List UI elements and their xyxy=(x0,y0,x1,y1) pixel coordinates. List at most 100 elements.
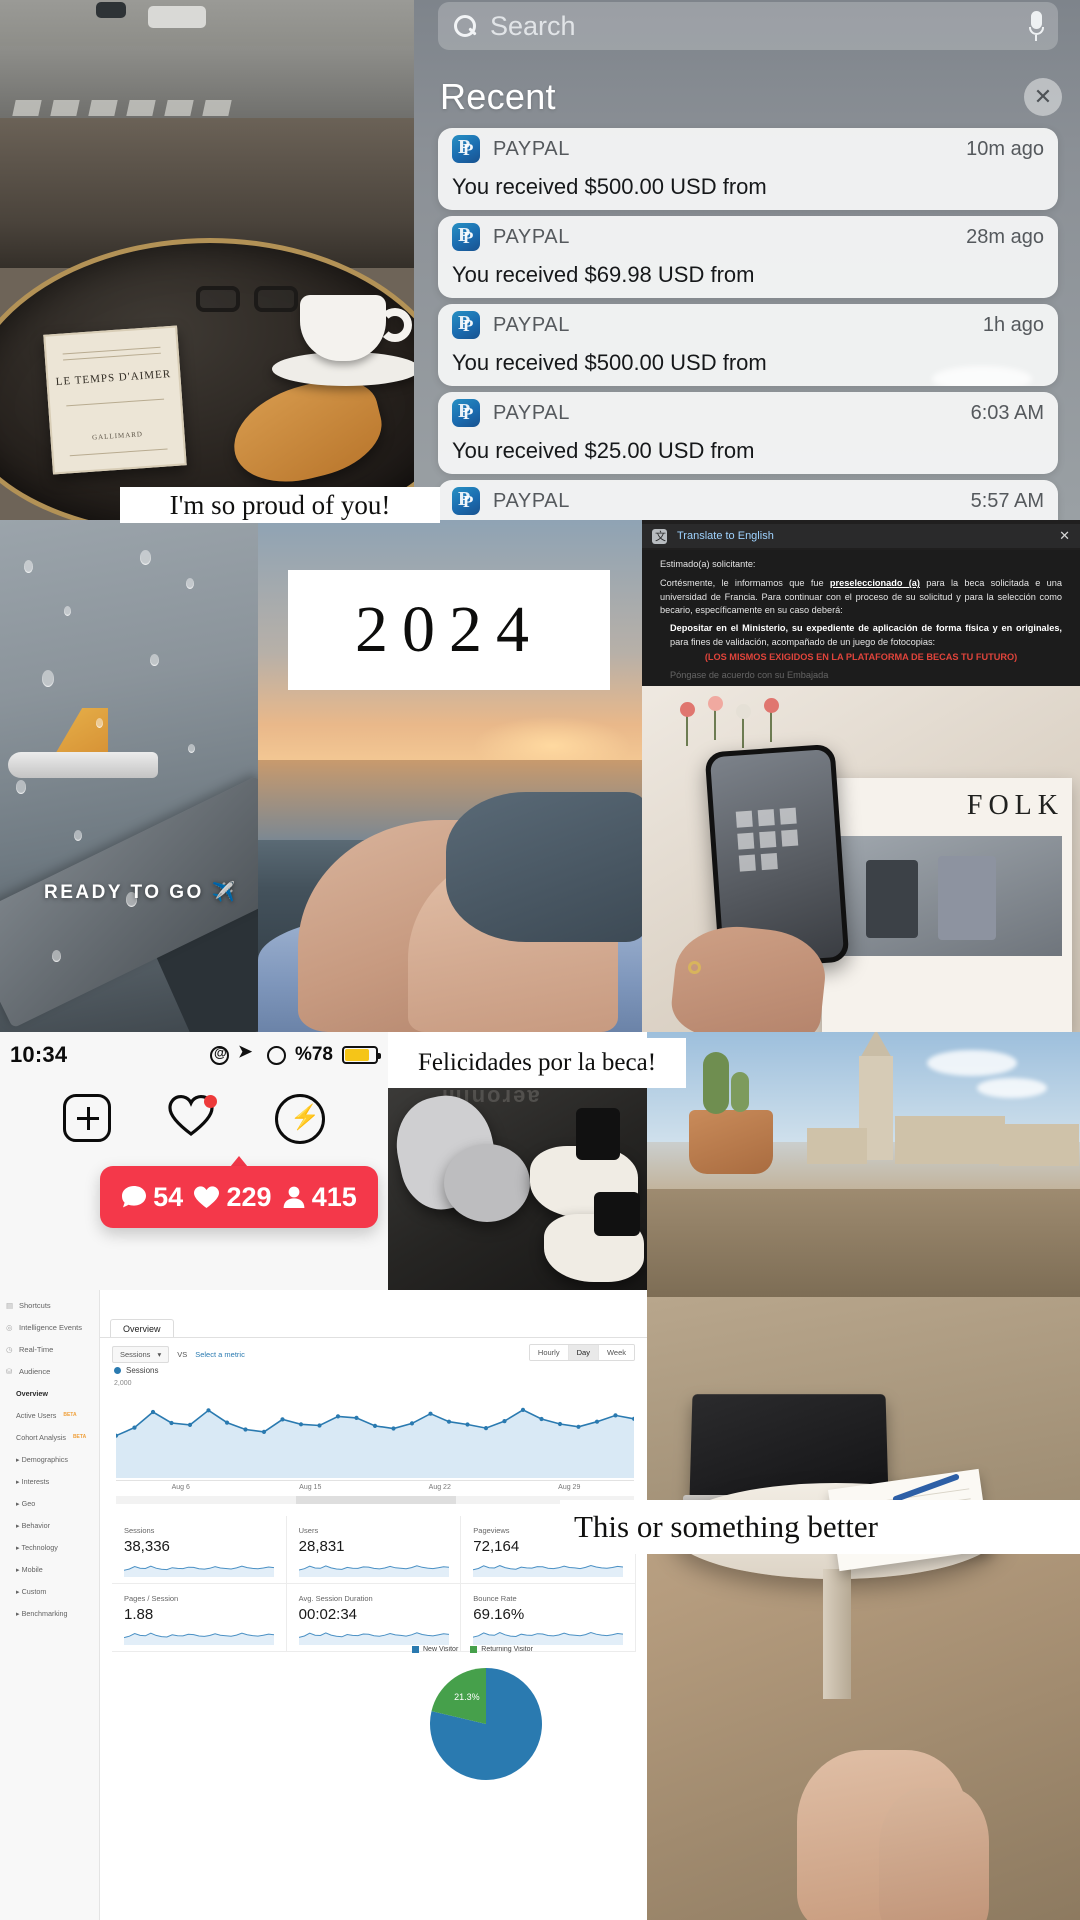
metric-card-users: Users 28,831 xyxy=(286,1516,462,1584)
scrollbar-thumb[interactable] xyxy=(296,1496,456,1504)
clear-notifications-button[interactable]: ✕ xyxy=(1024,78,1062,116)
sidebar-label: Overview xyxy=(16,1388,48,1398)
sidebar-item-benchmarking[interactable]: ▸ Benchmarking xyxy=(0,1602,99,1624)
magazine-cover-photo xyxy=(838,836,1062,956)
sidebar-item-custom[interactable]: ▸ Custom xyxy=(0,1580,99,1602)
notification-card[interactable]: PAYPAL 5:57 AM xyxy=(438,480,1058,520)
sidebar-item-cohort-analysis[interactable]: Cohort Analysis BETA xyxy=(0,1426,99,1448)
sneakers-headphones-tile: aeronim xyxy=(388,1088,647,1297)
sidebar-item-behavior[interactable]: ▸ Behavior xyxy=(0,1514,99,1536)
tab-divider xyxy=(100,1337,647,1338)
activity-heart-icon[interactable] xyxy=(167,1094,219,1142)
select-a-metric-link[interactable]: Select a metric xyxy=(195,1350,245,1359)
airplane-fuselage xyxy=(8,752,158,778)
legend-swatch-returning xyxy=(470,1646,478,1653)
translate-document-body: Estimado(a) solicitante: Cortésmente, le… xyxy=(642,550,1080,686)
sidebar-item-overview[interactable]: Overview xyxy=(0,1382,99,1404)
google-analytics-tile: ▤ Shortcuts ◎ Intelligence Events ◷ Real-Ti… xyxy=(0,1290,647,1920)
notification-card[interactable]: PAYPAL 6:03 AM You received $25.00 USD f… xyxy=(438,392,1058,474)
x-tick-label: Aug 22 xyxy=(428,1484,451,1491)
sidebar-item-intelligence-events[interactable]: ◎ Intelligence Events xyxy=(0,1316,99,1338)
notification-message: You received $69.98 USD from xyxy=(452,262,755,287)
translate-dialog-bar: Translate to English ✕ xyxy=(642,524,1080,548)
comment-count: 54 xyxy=(153,1181,184,1212)
pie-legend-label: Returning Visitor xyxy=(481,1646,533,1653)
people-icon: ⛁ xyxy=(6,1367,13,1376)
sidebar-item-technology[interactable]: ▸ Technology xyxy=(0,1536,99,1558)
sidebar-item-audience[interactable]: ⛁ Audience xyxy=(0,1360,99,1382)
headphone-cup-right xyxy=(444,1144,530,1222)
doc-item1-bold: Depositar en el Ministerio, su expedient… xyxy=(670,623,1062,634)
microphone-icon[interactable] xyxy=(1028,11,1044,41)
notification-dot xyxy=(204,1095,217,1108)
battery-icon xyxy=(342,1046,381,1064)
street-background xyxy=(0,0,420,120)
sidebar-label: Intelligence Events xyxy=(19,1322,82,1332)
metric-label: Pages / Session xyxy=(124,1594,179,1603)
chart-range-scrollbar[interactable] xyxy=(116,1496,634,1504)
notification-time: 10m ago xyxy=(966,137,1044,160)
chevron-down-icon: ▾ xyxy=(157,1350,162,1359)
new-vs-returning-pie-block: New Visitor Returning Visitor 21.3% xyxy=(400,1646,636,1806)
sidebar-item-geo[interactable]: ▸ Geo xyxy=(0,1492,99,1514)
sidebar-label: Cohort Analysis xyxy=(16,1432,66,1442)
legend-swatch xyxy=(114,1367,121,1374)
sidebar-label: ▸ Interests xyxy=(16,1476,50,1486)
translate-dialog-tile: Translate to English ✕ Estimado(a) solic… xyxy=(642,520,1080,686)
sidebar-item-demographics[interactable]: ▸ Demographics xyxy=(0,1448,99,1470)
metric-value: 00:02:34 xyxy=(298,1606,358,1623)
sidebar-item-active-users[interactable]: Active Users BETA xyxy=(0,1404,99,1426)
sidebar-item-real-time[interactable]: ◷ Real-Time xyxy=(0,1338,99,1360)
sidebar-item-mobile[interactable]: ▸ Mobile xyxy=(0,1558,99,1580)
sidebar-label: ▸ Custom xyxy=(16,1586,47,1596)
sidebar-item-interests[interactable]: ▸ Interests xyxy=(0,1470,99,1492)
metric-select[interactable]: Sessions ▾ xyxy=(112,1346,170,1363)
vision-board-collage: LE TEMPS D'AIMER GALLIMARD Search Recent… xyxy=(0,0,1080,1920)
translate-dialog-title: Translate to English xyxy=(677,530,774,542)
metric-card-sessions: Sessions 38,336 xyxy=(112,1516,287,1584)
rotation-lock-icon xyxy=(209,1045,229,1065)
range-hourly-button[interactable]: Hourly xyxy=(529,1345,568,1360)
foot xyxy=(879,1788,989,1920)
search-input[interactable]: Search xyxy=(438,2,1058,50)
doc-greeting: Estimado(a) solicitante: xyxy=(660,559,756,569)
sidebar-label: ▸ Geo xyxy=(16,1498,36,1508)
close-icon[interactable]: ✕ xyxy=(1059,528,1070,544)
matera-town-tile xyxy=(647,1032,1080,1297)
tab-overview[interactable]: Overview xyxy=(110,1319,174,1338)
notification-card[interactable]: PAYPAL 1h ago You received $500.00 USD f… xyxy=(438,304,1058,386)
sidebar-item-shortcuts[interactable]: ▤ Shortcuts xyxy=(0,1294,99,1316)
metric-label: Sessions xyxy=(124,1526,155,1535)
book-publisher: GALLIMARD xyxy=(91,430,144,442)
range-day-button[interactable]: Day xyxy=(567,1345,598,1360)
phone-status-bar: 10:34 %78 xyxy=(0,1038,388,1072)
add-post-icon[interactable] xyxy=(63,1094,111,1142)
notification-header: PAYPAL 10m ago xyxy=(438,128,1058,170)
sweater xyxy=(446,792,642,942)
book: LE TEMPS D'AIMER GALLIMARD xyxy=(43,325,187,475)
notification-card[interactable]: PAYPAL 28m ago You received $69.98 USD f… xyxy=(438,216,1058,298)
sparkline xyxy=(473,1627,624,1645)
sessions-line-chart xyxy=(113,1386,637,1478)
notification-header: PAYPAL 28m ago xyxy=(438,216,1058,258)
metric-card-avg-session-duration: Avg. Session Duration 00:02:34 xyxy=(286,1584,462,1652)
metric-card-bounce-rate: Bounce Rate 69.16% xyxy=(461,1584,636,1652)
ring xyxy=(688,961,701,974)
notification-header: PAYPAL 5:57 AM xyxy=(438,480,1058,520)
messenger-icon[interactable] xyxy=(275,1094,325,1144)
range-week-button[interactable]: Week xyxy=(597,1345,634,1360)
sidebar-label: ▸ Technology xyxy=(16,1542,58,1552)
sidebar-label: ▸ Benchmarking xyxy=(16,1608,68,1618)
glasses xyxy=(196,286,304,316)
metric-label: Users xyxy=(298,1526,319,1535)
magazine-cover-title: FOLK xyxy=(966,790,1064,821)
recent-heading: Recent xyxy=(440,76,556,117)
metric-value: 69.16% xyxy=(473,1606,525,1623)
book-title: LE TEMPS D'AIMER xyxy=(55,368,172,389)
notification-card[interactable]: PAYPAL 10m ago You received $500.00 USD … xyxy=(438,128,1058,210)
cactus-arm xyxy=(731,1072,749,1112)
magazine-photo-tile: FOLK xyxy=(642,686,1080,1032)
cup-handle xyxy=(378,308,412,342)
metric-controls: Sessions ▾ VS Select a metric xyxy=(112,1346,245,1363)
paypal-icon xyxy=(452,487,480,515)
